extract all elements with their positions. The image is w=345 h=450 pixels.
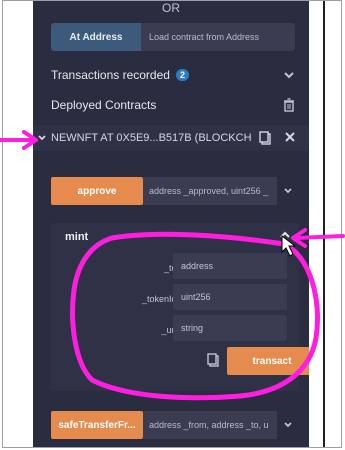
contract-label: NEWNFT AT 0X5E9...B517B (BLOCKCH <box>51 132 251 144</box>
transact-button[interactable]: transact <box>227 347 317 375</box>
param-uri-input[interactable]: string <box>173 315 287 341</box>
deployed-contracts-row: Deployed Contracts <box>51 97 295 113</box>
screenshot-frame: OR At Address Load contract from Address… <box>2 0 342 448</box>
mint-function-label: mint <box>65 231 89 243</box>
chevron-down-icon[interactable] <box>37 133 47 143</box>
safe-transfer-button[interactable]: safeTransferFr... <box>51 411 143 439</box>
safe-transfer-params-input[interactable]: address _from, address _to, u <box>143 411 277 439</box>
param-to-input[interactable]: address <box>173 253 287 279</box>
param-uri-label: _uri: <box>161 325 179 335</box>
at-address-group: At Address Load contract from Address <box>51 23 295 51</box>
deployed-contract-item[interactable]: NEWNFT AT 0X5E9...B517B (BLOCKCH <box>33 125 309 151</box>
chevron-down-icon[interactable] <box>283 69 295 81</box>
chevron-up-icon[interactable] <box>279 229 291 241</box>
trash-icon[interactable] <box>283 98 295 112</box>
at-address-button[interactable]: At Address <box>51 23 141 51</box>
transactions-recorded-row[interactable]: Transactions recorded 2 <box>51 67 295 83</box>
param-tokenid-input[interactable]: uint256 <box>173 284 287 310</box>
transactions-count-badge: 2 <box>175 69 189 81</box>
transactions-recorded-label: Transactions recorded <box>51 68 170 82</box>
or-divider-label: OR <box>162 1 180 15</box>
load-contract-address-input[interactable]: Load contract from Address <box>141 23 295 51</box>
vertical-divider <box>323 1 325 447</box>
param-to-label: _to: <box>163 263 179 273</box>
deploy-run-panel: OR At Address Load contract from Address… <box>33 1 317 447</box>
right-border-strip <box>309 1 341 447</box>
chevron-down-icon[interactable] <box>277 411 299 439</box>
approve-params-input[interactable]: address _approved, uint256 _ <box>143 177 277 205</box>
safe-transfer-function-row: safeTransferFr... address _from, address… <box>51 411 299 439</box>
close-icon[interactable] <box>285 132 295 142</box>
param-tokenid-label: _tokenId: <box>141 294 179 304</box>
approve-function-row: approve address _approved, uint256 _ <box>51 177 299 205</box>
copy-icon[interactable] <box>207 353 219 367</box>
copy-icon[interactable] <box>259 131 271 145</box>
approve-button[interactable]: approve <box>51 177 143 205</box>
chevron-down-icon[interactable] <box>277 177 299 205</box>
mint-function-panel: mint _to: address _tokenId: uint256 _uri… <box>51 223 317 391</box>
deployed-contracts-label: Deployed Contracts <box>51 98 157 112</box>
